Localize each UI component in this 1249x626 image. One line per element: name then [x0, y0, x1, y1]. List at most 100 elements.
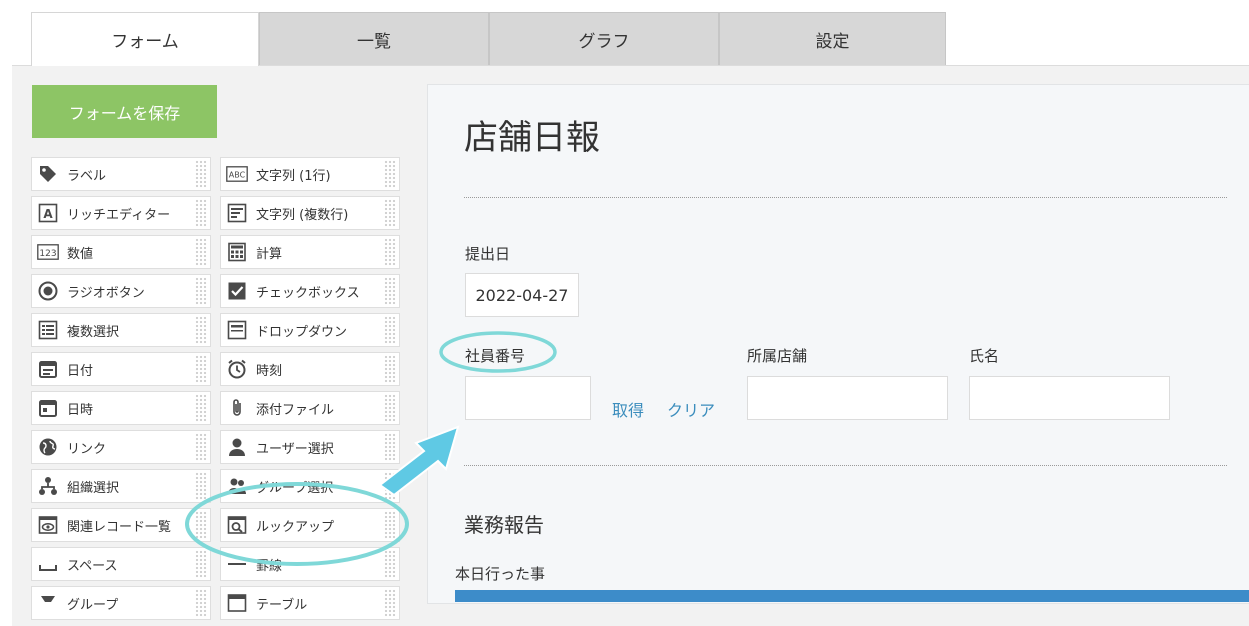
palette-item-group-select[interactable]: グループ選択 [220, 469, 400, 503]
store-field[interactable] [747, 376, 948, 420]
palette-item-dropdown[interactable]: ドロップダウン [220, 313, 400, 347]
tab-graph[interactable]: グラフ [489, 12, 719, 66]
palette-item-rich-editor[interactable]: A リッチエディター [31, 196, 211, 230]
palette-item-radio[interactable]: ラジオボタン [31, 274, 211, 308]
divider [464, 465, 1227, 466]
tag-icon [37, 163, 59, 185]
lookup-icon [226, 514, 248, 536]
user-icon [226, 436, 248, 458]
clear-button[interactable]: クリア [667, 397, 715, 421]
drag-handle[interactable] [384, 199, 396, 227]
drag-handle[interactable] [384, 511, 396, 539]
palette-item-related-records[interactable]: 関連レコード一覧 [31, 508, 211, 542]
checkbox-icon [226, 280, 248, 302]
drag-handle[interactable] [195, 238, 207, 266]
drag-handle[interactable] [195, 394, 207, 422]
palette-item-calculation[interactable]: 計算 [220, 235, 400, 269]
line-icon [226, 553, 248, 575]
palette-item-time[interactable]: 時刻 [220, 352, 400, 386]
globe-icon [37, 436, 59, 458]
form-canvas [427, 84, 1249, 604]
palette-item-datetime[interactable]: 日時 [31, 391, 211, 425]
palette-item-date[interactable]: 日付 [31, 352, 211, 386]
drag-handle[interactable] [195, 277, 207, 305]
organization-icon [37, 475, 59, 497]
today-work-label: 本日行った事 [455, 565, 546, 583]
multiline-text-icon [226, 202, 248, 224]
drag-handle[interactable] [195, 355, 207, 383]
svg-text:123: 123 [39, 249, 56, 259]
fetch-button[interactable]: 取得 [612, 397, 644, 421]
drag-handle[interactable] [384, 472, 396, 500]
datetime-icon [37, 397, 59, 419]
drag-handle[interactable] [384, 589, 396, 617]
calculator-icon [226, 241, 248, 263]
multi-select-icon [37, 319, 59, 341]
users-icon [226, 475, 248, 497]
name-label: 氏名 [969, 347, 1000, 365]
group-field-icon [37, 592, 59, 614]
employee-number-label: 社員番号 [465, 347, 526, 365]
palette-item-border-line[interactable]: 罫線 [220, 547, 400, 581]
palette-item-group[interactable]: グループ [31, 586, 211, 620]
name-field[interactable] [969, 376, 1170, 420]
tab-bar: フォーム 一覧 グラフ 設定 [0, 0, 1249, 66]
palette-item-number[interactable]: 123 数値 [31, 235, 211, 269]
palette-item-single-line-text[interactable]: ABC 文字列 (1行) [220, 157, 400, 191]
save-form-button[interactable]: フォームを保存 [32, 85, 217, 138]
drag-handle[interactable] [384, 316, 396, 344]
drag-handle[interactable] [384, 394, 396, 422]
space-icon [37, 553, 59, 575]
drag-handle[interactable] [384, 433, 396, 461]
palette-item-checkbox[interactable]: チェックボックス [220, 274, 400, 308]
clock-icon [226, 358, 248, 380]
drag-handle[interactable] [195, 589, 207, 617]
abc-text-icon: ABC [226, 163, 248, 185]
tab-label: 一覧 [357, 32, 391, 52]
palette-item-link[interactable]: リンク [31, 430, 211, 464]
tab-label: グラフ [578, 32, 630, 52]
drag-handle[interactable] [384, 238, 396, 266]
drag-handle[interactable] [195, 316, 207, 344]
palette-item-attachment[interactable]: 添付ファイル [220, 391, 400, 425]
drag-handle[interactable] [384, 277, 396, 305]
tab-settings[interactable]: 設定 [719, 12, 946, 66]
page-title: 店舗日報 [464, 118, 600, 158]
palette-item-multi-select[interactable]: 複数選択 [31, 313, 211, 347]
employee-number-field[interactable] [465, 376, 591, 420]
submit-date-field[interactable]: 2022-04-27 [465, 273, 579, 317]
drag-handle[interactable] [195, 472, 207, 500]
rich-editor-icon: A [37, 202, 59, 224]
drag-handle[interactable] [195, 160, 207, 188]
calendar-icon [37, 358, 59, 380]
number-icon: 123 [37, 241, 59, 263]
table-icon [226, 592, 248, 614]
drag-handle[interactable] [384, 550, 396, 578]
radio-icon [37, 280, 59, 302]
drag-handle[interactable] [384, 355, 396, 383]
divider [464, 197, 1227, 198]
palette-item-organization[interactable]: 組織選択 [31, 469, 211, 503]
paperclip-icon [226, 397, 248, 419]
dropdown-icon [226, 319, 248, 341]
tab-label: フォーム [111, 32, 179, 52]
drag-handle[interactable] [384, 160, 396, 188]
text-area-toolbar[interactable] [455, 590, 1249, 602]
palette-item-space[interactable]: スペース [31, 547, 211, 581]
palette-item-table[interactable]: テーブル [220, 586, 400, 620]
palette-item-user-select[interactable]: ユーザー選択 [220, 430, 400, 464]
related-records-icon [37, 514, 59, 536]
palette-item-lookup[interactable]: ルックアップ [220, 508, 400, 542]
tab-list[interactable]: 一覧 [259, 12, 489, 66]
svg-text:ABC: ABC [229, 171, 246, 180]
drag-handle[interactable] [195, 199, 207, 227]
drag-handle[interactable] [195, 433, 207, 461]
section-title: 業務報告 [464, 513, 544, 537]
palette-item-multi-line-text[interactable]: 文字列 (複数行) [220, 196, 400, 230]
svg-text:A: A [43, 207, 53, 221]
palette-item-label[interactable]: ラベル [31, 157, 211, 191]
drag-handle[interactable] [195, 550, 207, 578]
tab-form[interactable]: フォーム [31, 12, 259, 66]
drag-handle[interactable] [195, 511, 207, 539]
submit-date-label: 提出日 [465, 245, 511, 263]
